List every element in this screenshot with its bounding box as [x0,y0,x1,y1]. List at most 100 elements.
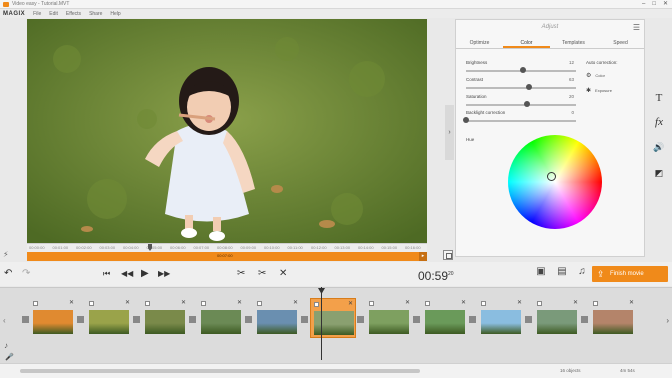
timeline-clip[interactable]: ✕ [86,298,132,338]
clip-checkbox[interactable] [537,301,542,306]
ruler-tick-label: 00:01:00 [52,245,69,250]
clip-delete-icon[interactable]: ✕ [405,299,410,306]
trim-icon[interactable]: ✂ [258,262,266,286]
playback-progress-bar[interactable]: 00:07:00 ▸ [27,252,427,261]
redo-icon[interactable]: ↷ [22,262,30,286]
maximize-button[interactable]: □ [652,0,656,9]
hamburger-menu-icon[interactable]: ☰ [633,23,640,32]
effects-tool-icon[interactable]: fx [652,116,666,128]
clip-delete-icon[interactable]: ✕ [517,299,522,306]
timeline-clip[interactable]: ✕ [534,298,580,338]
contrast-knob[interactable] [525,84,532,90]
tab-speed[interactable]: Speed [597,37,644,48]
clip-delete-icon[interactable]: ✕ [237,299,242,306]
tab-optimize[interactable]: Optimize [456,37,503,48]
clip-delete-icon[interactable]: ✕ [629,299,634,306]
backlight-knob[interactable] [463,117,469,123]
transition-marker[interactable] [22,316,29,323]
backlight-track[interactable] [466,120,576,122]
delete-icon[interactable]: ✕ [279,262,287,286]
timeline-clip[interactable]: ✕ [478,298,524,338]
tab-color[interactable]: Color [503,37,550,48]
import-video-icon[interactable]: ▣ [534,266,548,280]
clip-delete-icon[interactable]: ✕ [125,299,130,306]
contrast-track[interactable] [466,87,576,89]
clip-checkbox[interactable] [257,301,262,306]
transition-marker[interactable] [469,316,476,323]
transition-marker[interactable] [301,316,308,323]
timeline-clip[interactable]: ✕ [142,298,188,338]
clip-checkbox[interactable] [89,301,94,306]
play-icon[interactable]: ▶ [141,262,149,286]
title-tool-icon[interactable]: T [652,92,666,104]
menu-edit[interactable]: Edit [49,11,58,17]
clip-delete-icon[interactable]: ✕ [69,299,74,306]
menu-share[interactable]: Share [89,11,102,17]
clip-checkbox[interactable] [201,301,206,306]
fullscreen-button[interactable] [443,250,453,260]
finish-movie-button[interactable]: ⇪ Finish movie [592,266,668,282]
menu-file[interactable]: File [33,11,41,17]
clip-checkbox[interactable] [369,301,374,306]
saturation-track[interactable] [466,104,576,106]
auto-exposure-button[interactable]: ✱ Exposure [586,87,644,94]
rewind-icon[interactable]: ◀◀ [121,262,133,286]
audio-tool-icon[interactable]: 🔊 [652,142,666,153]
transition-marker[interactable] [357,316,364,323]
music-track-icon[interactable]: ♪ [4,341,8,350]
menu-effects[interactable]: Effects [66,11,81,17]
timeline[interactable]: ‹ › ✕ ✕ ✕ ✕ ✕ ✕ ✕ ✕ ✕ ✕ ✕ [0,287,672,363]
clip-delete-icon[interactable]: ✕ [348,300,353,307]
transition-marker[interactable] [525,316,532,323]
timeline-clip[interactable]: ✕ [590,298,636,338]
timeline-clip[interactable]: ✕ [198,298,244,338]
transition-marker[interactable] [413,316,420,323]
clip-checkbox[interactable] [593,301,598,306]
clip-delete-icon[interactable]: ✕ [461,299,466,306]
transition-marker[interactable] [189,316,196,323]
split-icon[interactable]: ✂ [237,262,245,286]
time-ruler[interactable]: 00:00:00 00:01:00 00:02:00 00:03:00 00:04:00… [27,243,427,252]
clip-checkbox[interactable] [425,301,430,306]
skip-start-icon[interactable]: ⏮ [103,262,110,286]
hue-color-wheel[interactable] [508,135,602,229]
clip-delete-icon[interactable]: ✕ [573,299,578,306]
progress-end-button[interactable]: ▸ [419,252,427,261]
scroll-left-icon[interactable]: ‹ [3,316,6,325]
timeline-scrollbar[interactable] [20,369,420,373]
timeline-clip[interactable]: ✕ [366,298,412,338]
timeline-clip[interactable]: ✕ [310,298,356,338]
timeline-clip[interactable]: ✕ [422,298,468,338]
scroll-right-icon[interactable]: › [666,316,669,325]
auto-color-button[interactable]: ⚙ Color [586,72,644,79]
close-button[interactable]: ✕ [663,0,668,9]
tab-templates[interactable]: Templates [550,37,597,48]
clip-checkbox[interactable] [481,301,486,306]
clip-checkbox[interactable] [314,302,319,307]
brightness-knob[interactable] [520,67,527,73]
clip-delete-icon[interactable]: ✕ [293,299,298,306]
import-photo-icon[interactable]: ▤ [555,266,569,280]
transition-marker[interactable] [133,316,140,323]
saturation-knob[interactable] [523,101,530,107]
timeline-clip[interactable]: ✕ [30,298,76,338]
microphone-icon[interactable]: 🎤 [5,353,14,361]
minimize-button[interactable]: – [642,0,645,9]
timeline-playhead[interactable] [321,287,322,360]
crop-tool-icon[interactable]: ◩ [652,168,666,179]
hue-picker-cursor[interactable] [547,172,556,181]
timeline-clip[interactable]: ✕ [254,298,300,338]
clip-checkbox[interactable] [33,301,38,306]
transition-marker[interactable] [77,316,84,323]
import-music-icon[interactable]: ♫ [575,266,589,280]
menu-help[interactable]: Help [110,11,120,17]
transition-marker[interactable] [245,316,252,323]
lightning-icon[interactable]: ⚡ [3,250,9,259]
clip-checkbox[interactable] [145,301,150,306]
transition-marker[interactable] [581,316,588,323]
clip-delete-icon[interactable]: ✕ [181,299,186,306]
undo-icon[interactable]: ↶ [4,262,12,286]
fast-forward-icon[interactable]: ▶▶ [158,262,170,286]
video-preview[interactable] [27,19,427,243]
panel-toggle-handle[interactable]: › [445,105,454,160]
